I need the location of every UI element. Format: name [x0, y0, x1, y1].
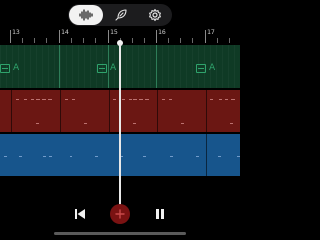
clip-label[interactable]: A: [196, 63, 215, 73]
pause-icon: [156, 209, 164, 219]
plus-icon: [115, 209, 125, 219]
feather-icon: [115, 9, 127, 21]
bar-marker: [59, 30, 60, 43]
bar-number: 17: [207, 28, 215, 36]
mode-segmented-control: [68, 4, 172, 26]
pause-button[interactable]: [150, 204, 170, 224]
clip-separator: [11, 90, 12, 132]
clip-separator: [157, 90, 158, 132]
clip-separator: [206, 134, 207, 176]
settings-mode-button[interactable]: [138, 5, 172, 25]
bar-marker: [108, 30, 109, 43]
bar-marker: [10, 30, 11, 43]
skip-back-button[interactable]: [70, 204, 90, 224]
bar-line: [156, 45, 157, 88]
clip-icon: [0, 63, 10, 73]
bar-number: 15: [110, 28, 118, 36]
clip-separator: [206, 90, 207, 132]
bar-number: 13: [12, 28, 20, 36]
clip-label[interactable]: A: [0, 63, 19, 73]
waveform-icon: [79, 9, 93, 21]
clip-separator: [60, 90, 61, 132]
home-indicator[interactable]: [54, 232, 186, 235]
bar-marker: [205, 30, 206, 43]
clip-icon: [97, 63, 107, 73]
gear-icon: [149, 8, 161, 22]
bar-number: 16: [158, 28, 166, 36]
clip-separator: [109, 90, 110, 132]
bar-line: [59, 45, 60, 88]
feather-mode-button[interactable]: [104, 5, 138, 25]
playhead[interactable]: [119, 44, 121, 210]
bar-number: 14: [61, 28, 69, 36]
bar-marker: [156, 30, 157, 43]
waveform-mode-button[interactable]: [69, 5, 103, 25]
add-button[interactable]: [110, 204, 130, 224]
clip-label[interactable]: A: [97, 63, 116, 73]
skip-back-icon: [75, 209, 85, 219]
clip-icon: [196, 63, 206, 73]
